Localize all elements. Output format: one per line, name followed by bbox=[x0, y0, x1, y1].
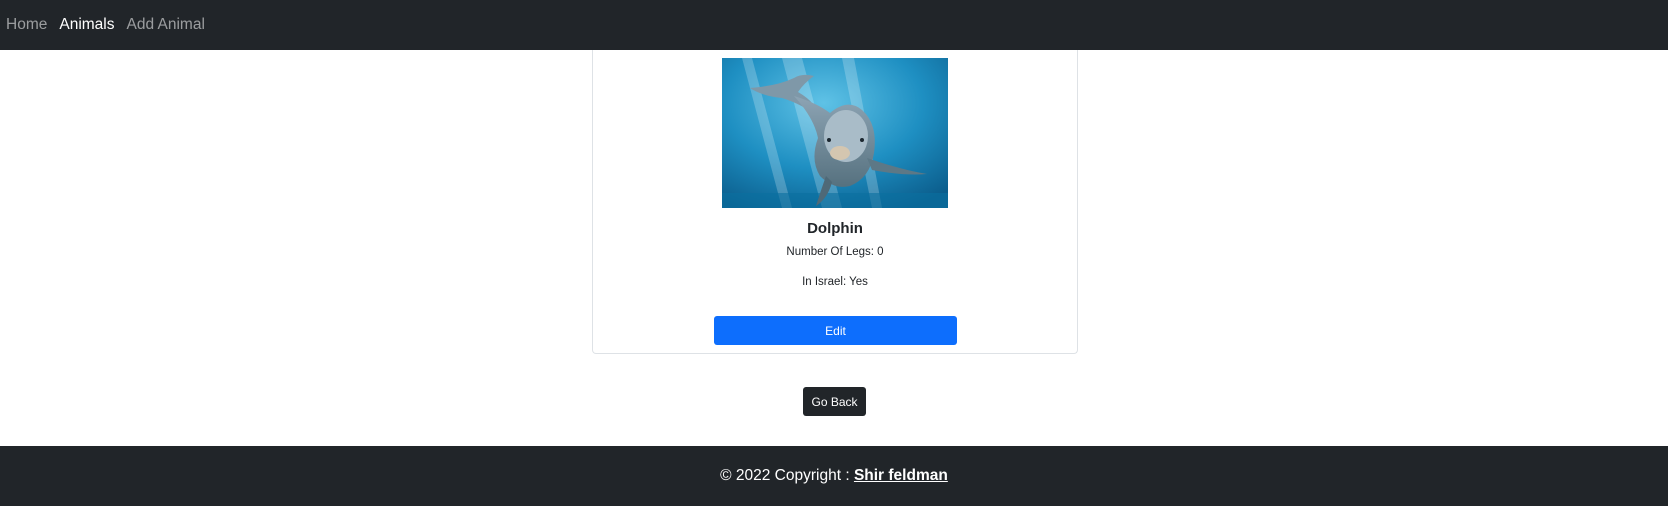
nav-link-animals[interactable]: Animals bbox=[59, 16, 114, 34]
copyright-text: © 2022 Copyright : bbox=[720, 467, 854, 484]
edit-button[interactable]: Edit bbox=[714, 316, 957, 345]
navbar: Home Animals Add Animal bbox=[0, 0, 1668, 50]
author-link[interactable]: Shir feldman bbox=[854, 467, 948, 485]
animal-image bbox=[722, 58, 948, 208]
number-of-legs: Number Of Legs: 0 bbox=[786, 246, 884, 258]
footer: © 2022 Copyright : Shir feldman bbox=[0, 446, 1668, 506]
dolphin-picture bbox=[722, 58, 948, 208]
go-back-button[interactable]: Go Back bbox=[803, 387, 866, 416]
in-israel: In Israel: Yes bbox=[802, 276, 868, 288]
animal-card: Dolphin Number Of Legs: 0 In Israel: Yes… bbox=[592, 50, 1078, 354]
nav-link-add-animal[interactable]: Add Animal bbox=[127, 16, 205, 34]
animal-name: Dolphin bbox=[807, 220, 863, 237]
nav-link-home[interactable]: Home bbox=[6, 16, 47, 34]
